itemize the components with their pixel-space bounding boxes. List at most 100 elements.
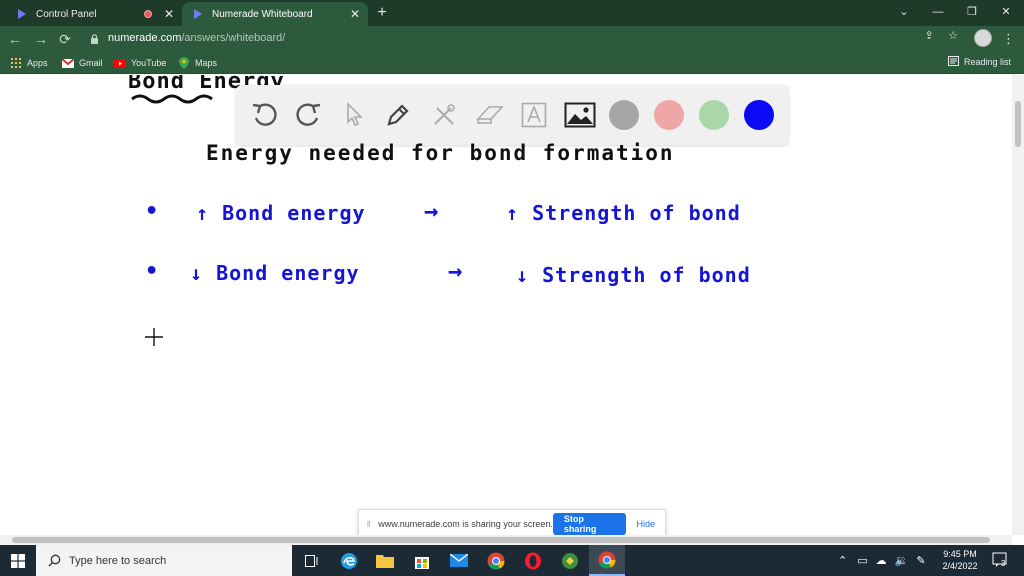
numerade-logo-icon (190, 8, 206, 20)
share-message: www.numerade.com is sharing your screen. (378, 519, 553, 529)
color-swatch-pink[interactable] (654, 100, 684, 130)
numerade-logo-icon (14, 8, 30, 20)
clock[interactable]: 9:45 PM 2/4/2022 (936, 548, 984, 572)
minimize-icon[interactable]: — (928, 3, 948, 21)
ink-line-definition: Energy needed for bond formation (206, 141, 675, 165)
drag-handle-icon[interactable]: ‖ (363, 519, 374, 529)
search-placeholder: Type here to search (69, 554, 167, 567)
color-swatch-blue[interactable] (744, 100, 774, 130)
notification-center-icon[interactable]: 3 (992, 552, 1008, 568)
tab-title: Numerade Whiteboard (212, 8, 313, 20)
bookmark-label: YouTube (131, 58, 167, 68)
undo-icon[interactable] (246, 97, 282, 133)
ink-bullet-2: • (145, 259, 159, 284)
crosshair-cursor-icon (145, 328, 163, 346)
ink-bullet2-right: ↓ Strength of bond (516, 263, 751, 287)
screen-share-banner: ‖ www.numerade.com is sharing your scree… (358, 509, 666, 535)
scrollbar-thumb[interactable] (1015, 101, 1021, 147)
text-tool-icon[interactable] (516, 97, 552, 133)
ink-bullet2-arrow: → (448, 257, 463, 285)
reading-list-label: Reading list (964, 57, 1012, 67)
system-tray: ⌃ ▭ ☁ 🔉 ✎ (838, 545, 926, 576)
color-swatch-gray[interactable] (609, 100, 639, 130)
close-tab-icon[interactable]: ✕ (348, 7, 362, 21)
opera-icon[interactable] (515, 545, 551, 576)
back-icon[interactable]: ← (6, 30, 24, 48)
more-menu-icon[interactable]: ⋮ (1002, 30, 1015, 48)
edge-icon[interactable] (331, 545, 367, 576)
reading-list-button[interactable]: Reading list (948, 56, 1011, 68)
bookmark-apps[interactable]: Apps (10, 56, 48, 70)
tray-chevron-icon[interactable]: ⌃ (838, 554, 847, 567)
ink-bullet2-left: ↓ Bond energy (190, 261, 360, 285)
battery-icon[interactable]: ▭ (857, 554, 867, 567)
forward-icon[interactable]: → (32, 30, 50, 48)
url-text: numerade.com/answers/whiteboard/ (108, 32, 285, 44)
clock-date: 2/4/2022 (942, 561, 978, 571)
bookmark-star-icon[interactable]: ☆ (946, 29, 960, 43)
address-bar[interactable]: numerade.com/answers/whiteboard/ (82, 29, 1000, 49)
reading-list-icon (948, 56, 959, 68)
clock-time: 9:45 PM (943, 549, 977, 559)
store-icon[interactable] (404, 545, 440, 576)
tab-numerade-whiteboard[interactable]: Numerade Whiteboard ✕ (182, 2, 368, 26)
recording-icon (144, 10, 152, 18)
color-swatch-green[interactable] (699, 100, 729, 130)
start-button[interactable] (0, 545, 36, 576)
ink-bullet1-right: ↑ Strength of bond (506, 201, 741, 225)
tab-title: Control Panel (36, 8, 97, 20)
hide-banner-link[interactable]: Hide (636, 519, 655, 529)
bookmark-gmail[interactable]: Gmail (62, 56, 103, 70)
app-icon[interactable] (552, 545, 588, 576)
bookmark-label: Apps (27, 58, 48, 68)
file-explorer-icon[interactable] (367, 545, 403, 576)
reload-icon[interactable]: ⟳ (56, 30, 74, 48)
tab-strip: Control Panel ✕ Numerade Whiteboard ✕ + … (0, 0, 1024, 26)
ink-bullet-1: • (145, 199, 159, 224)
pen-icon[interactable] (380, 97, 416, 133)
close-window-icon[interactable]: ✕ (996, 3, 1016, 21)
tools-icon[interactable] (426, 97, 462, 133)
pen-workspace-icon[interactable]: ✎ (916, 554, 925, 567)
close-tab-icon[interactable]: ✕ (162, 7, 176, 21)
redo-icon[interactable] (291, 97, 327, 133)
search-icon (48, 554, 61, 567)
horizontal-scrollbar[interactable] (0, 535, 1012, 545)
eraser-icon[interactable] (472, 97, 508, 133)
tab-control-panel[interactable]: Control Panel ✕ (6, 2, 182, 26)
youtube-icon (114, 57, 126, 69)
tab-search-icon[interactable]: ⌄ (894, 3, 914, 21)
bookmark-maps[interactable]: Maps (178, 56, 217, 70)
whiteboard-toolbar (236, 85, 789, 145)
chrome-icon[interactable] (478, 545, 514, 576)
bookmark-label: Maps (195, 58, 218, 68)
ink-underline (131, 94, 213, 104)
image-icon[interactable] (562, 97, 598, 133)
windows-logo-icon (11, 553, 25, 568)
lock-icon (91, 34, 98, 44)
ink-bullet1-arrow: → (424, 197, 439, 225)
bookmarks-bar: Apps Gmail YouTube Maps Reading list (0, 52, 1024, 74)
chrome-active-icon[interactable] (589, 545, 625, 576)
vertical-scrollbar[interactable] (1012, 75, 1024, 535)
network-icon[interactable]: ☁ (876, 554, 887, 567)
gmail-icon (62, 57, 74, 69)
profile-avatar[interactable] (974, 29, 992, 47)
browser-toolbar: ← → ⟳ numerade.com/answers/whiteboard/ ⇪… (0, 26, 1024, 52)
volume-icon[interactable]: 🔉 (895, 554, 909, 567)
select-cursor-icon[interactable] (336, 97, 372, 133)
url-domain: numerade.com (108, 32, 182, 44)
mail-icon[interactable] (441, 545, 477, 576)
task-view-icon[interactable] (294, 545, 330, 576)
windows-taskbar: Type here to search ⌃ ▭ ☁ 🔉 ✎ 9:45 PM 2/… (0, 545, 1024, 576)
stop-sharing-button[interactable]: Stop sharing (552, 513, 627, 535)
apps-grid-icon (10, 57, 22, 69)
bookmark-youtube[interactable]: YouTube (114, 56, 166, 70)
ink-bullet1-left: ↑ Bond energy (196, 201, 366, 225)
whiteboard-canvas[interactable]: Bond Energy Energy needed for bond forma… (0, 75, 1012, 535)
share-icon[interactable]: ⇪ (922, 29, 936, 43)
new-tab-button[interactable]: + (372, 3, 392, 23)
restore-icon[interactable]: ❐ (962, 3, 982, 21)
taskbar-search[interactable]: Type here to search (36, 545, 292, 576)
scrollbar-thumb[interactable] (12, 537, 990, 543)
